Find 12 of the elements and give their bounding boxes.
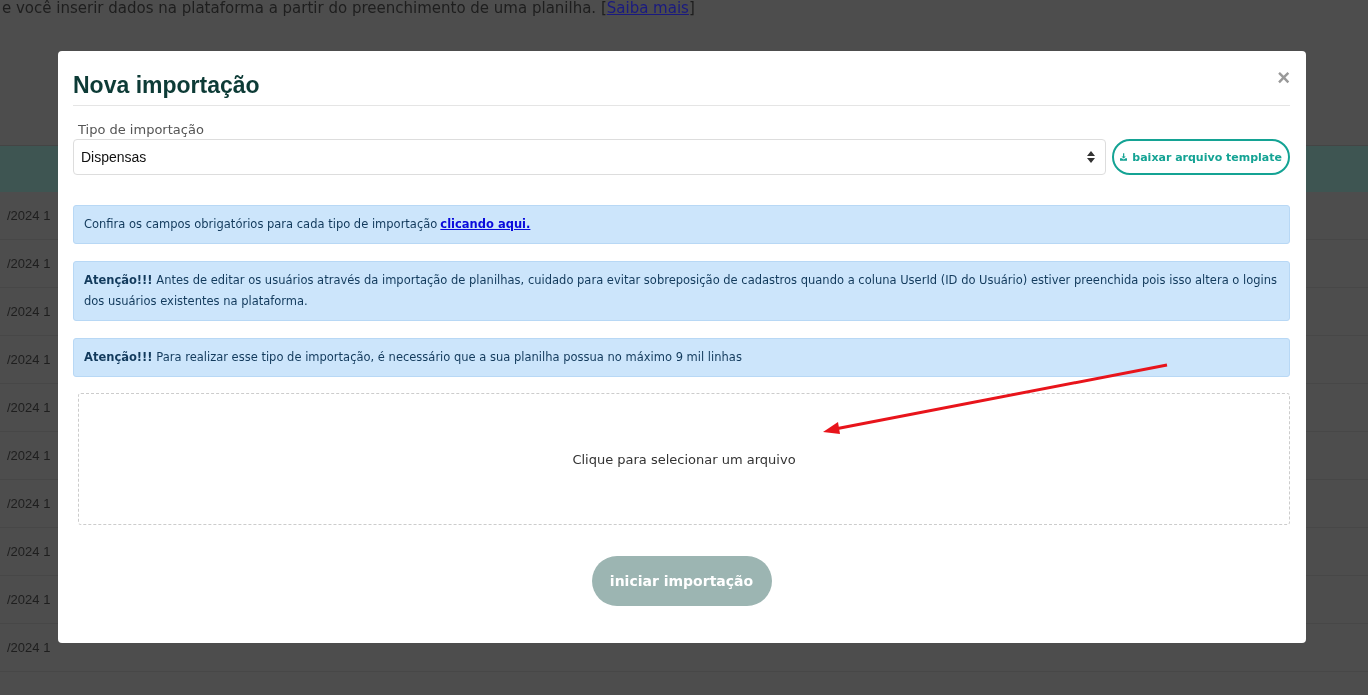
field-label: Tipo de importação [78,122,205,137]
clicando-aqui-link[interactable]: clicando aqui. [440,217,531,231]
import-type-select[interactable]: Dispensas [73,139,1106,175]
dialog-title: Nova importação [73,71,260,99]
download-template-button[interactable]: baixar arquivo template [1112,139,1290,175]
info-alert: Confira os campos obrigatórios para cada tipo de importação clicando aqui. [73,205,1290,244]
download-icon [1120,151,1128,163]
warning-alert: Atenção!!! Antes de editar os usuários através da importação de planilhas, cuidado para evitar sobreposição de cadastros quando a coluna UserId (ID do Usuário) estiver preenchida pois isso altera o logins dos usuários existentes na plataforma. [73,261,1290,321]
close-button[interactable]: × [1277,71,1290,85]
sort-caret-icon [1087,151,1095,163]
file-dropzone[interactable]: Clique para selecionar um arquivo [78,393,1290,525]
warning-alert: Atenção!!! Para realizar esse tipo de importação, é necessário que a sua planilha possua no máximo 9 mil linhas [73,338,1290,377]
